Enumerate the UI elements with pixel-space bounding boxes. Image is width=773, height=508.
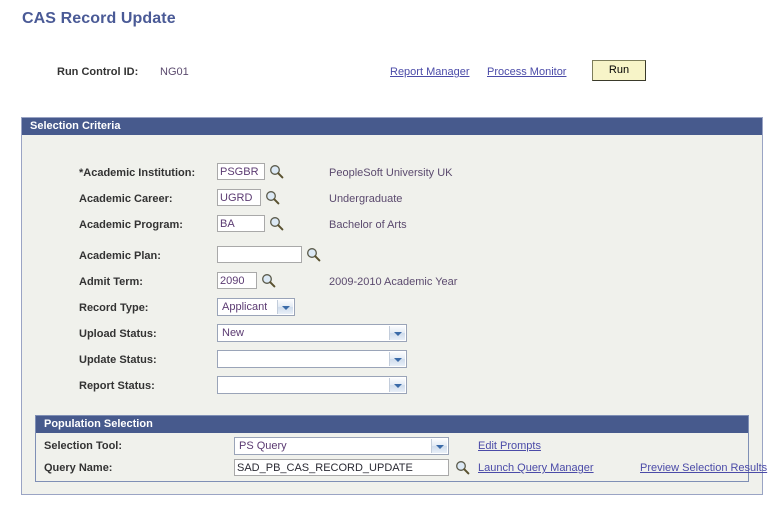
criteria-description: 2009-2010 Academic Year	[329, 276, 458, 288]
criteria-row: Report Status:	[22, 374, 762, 400]
criteria-row: Academic Plan:	[22, 244, 762, 270]
criteria-label: Academic Career:	[79, 193, 173, 205]
selection-criteria-header: Selection Criteria	[22, 118, 762, 135]
chevron-down-icon[interactable]	[389, 352, 405, 366]
criteria-text-input[interactable]	[217, 272, 257, 289]
report-manager-link[interactable]: Report Manager	[390, 66, 470, 78]
run-control-row: Run Control ID: NG01 Report Manager Proc…	[0, 60, 773, 86]
query-name-row: Query Name: Launch Query Manager Preview…	[36, 457, 767, 479]
criteria-label: *Academic Institution:	[79, 167, 196, 179]
criteria-row: Academic Program: Bachelor of Arts	[22, 213, 762, 239]
criteria-row: Admit Term: 2009-2010 Academic Year	[22, 270, 762, 296]
criteria-label: Report Status:	[79, 380, 155, 392]
selection-criteria-panel: Selection Criteria *Academic Institution…	[21, 117, 767, 495]
criteria-label: Record Type:	[79, 302, 149, 314]
criteria-text-input[interactable]	[217, 189, 261, 206]
criteria-row: Academic Career: Undergraduate	[22, 187, 762, 213]
criteria-label: Admit Term:	[79, 276, 143, 288]
edit-prompts-link[interactable]: Edit Prompts	[478, 440, 541, 452]
process-monitor-link[interactable]: Process Monitor	[487, 66, 566, 78]
criteria-select-value: Applicant	[222, 301, 268, 313]
run-control-id-value: NG01	[160, 66, 189, 78]
chevron-down-icon[interactable]	[431, 439, 447, 453]
selection-tool-select[interactable]: PS Query	[234, 437, 449, 455]
magnifier-icon[interactable]	[269, 164, 284, 179]
magnifier-icon[interactable]	[261, 273, 276, 288]
magnifier-icon[interactable]	[455, 460, 470, 475]
selection-tool-label: Selection Tool:	[44, 440, 123, 452]
criteria-label: Academic Plan:	[79, 250, 161, 262]
criteria-row: *Academic Institution: PeopleSoft Univers…	[22, 161, 762, 187]
launch-query-manager-link[interactable]: Launch Query Manager	[478, 462, 594, 474]
criteria-description: PeopleSoft University UK	[329, 167, 453, 179]
criteria-select[interactable]: New	[217, 324, 407, 342]
criteria-select-value: New	[222, 327, 245, 339]
magnifier-icon[interactable]	[265, 190, 280, 205]
criteria-select[interactable]: Applicant	[217, 298, 295, 316]
criteria-label: Upload Status:	[79, 328, 157, 340]
magnifier-icon[interactable]	[269, 216, 284, 231]
criteria-select[interactable]	[217, 350, 407, 368]
criteria-label: Academic Program:	[79, 219, 183, 231]
criteria-text-input[interactable]	[217, 163, 265, 180]
criteria-row: Record Type: Applicant	[22, 296, 762, 322]
run-button[interactable]: Run	[592, 60, 646, 81]
criteria-text-input[interactable]	[217, 246, 302, 263]
criteria-select[interactable]	[217, 376, 407, 394]
run-control-id-label: Run Control ID:	[57, 66, 139, 78]
selection-tool-value: PS Query	[239, 440, 287, 452]
criteria-description: Undergraduate	[329, 193, 403, 205]
chevron-down-icon[interactable]	[389, 378, 405, 392]
criteria-label: Update Status:	[79, 354, 157, 366]
criteria-row: Upload Status: New	[22, 322, 762, 348]
chevron-down-icon[interactable]	[389, 326, 405, 340]
chevron-down-icon[interactable]	[277, 300, 293, 314]
population-selection-header: Population Selection	[36, 416, 748, 433]
query-name-label: Query Name:	[44, 462, 113, 474]
criteria-description: Bachelor of Arts	[329, 219, 407, 231]
population-selection-panel: Population Selection Selection Tool: PS …	[35, 415, 767, 482]
selection-tool-row: Selection Tool: PS Query Edit Prompts	[36, 435, 748, 457]
query-name-input[interactable]	[234, 459, 449, 476]
preview-selection-results-link[interactable]: Preview Selection Results	[640, 462, 767, 474]
criteria-text-input[interactable]	[217, 215, 265, 232]
magnifier-icon[interactable]	[306, 247, 321, 262]
criteria-row: Update Status:	[22, 348, 762, 374]
page-title: CAS Record Update	[22, 10, 176, 27]
